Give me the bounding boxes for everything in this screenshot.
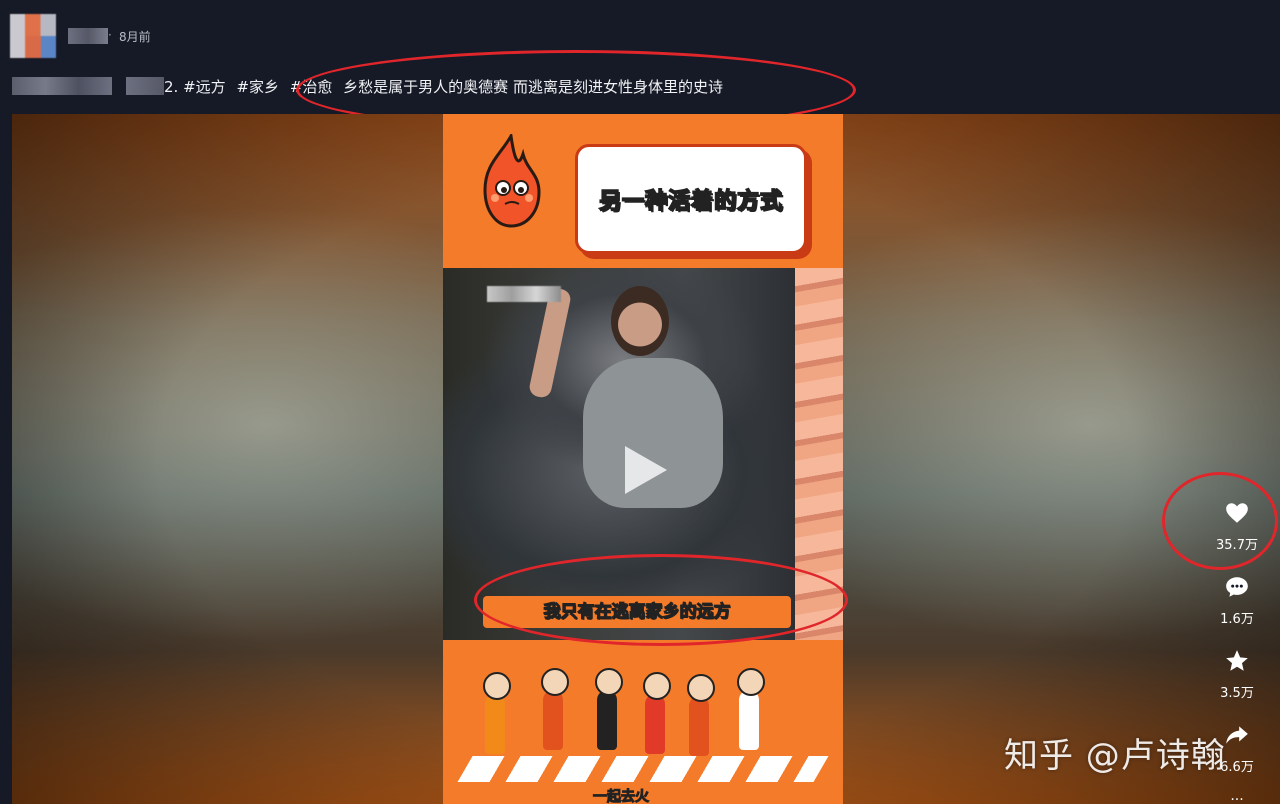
separator-dot: · bbox=[108, 28, 112, 42]
video-frame[interactable]: 另一种活着的方式 我只有在逃离家乡的远方 一起去火 bbox=[443, 114, 843, 804]
caption-redacted-1 bbox=[12, 77, 112, 95]
crosswalk-stripes bbox=[457, 756, 829, 782]
post-caption: 2. #远方 #家乡 #治愈 乡愁是属于男人的奥德赛 而逃离是刻进女性身体里的史… bbox=[12, 76, 723, 97]
hashtag-jiaxiang[interactable]: #家乡 bbox=[236, 78, 279, 96]
bottom-caption: 一起去火 bbox=[593, 789, 650, 804]
comment-count: 1.6万 bbox=[1220, 612, 1254, 627]
hashtag-zhiyu[interactable]: #治愈 bbox=[290, 78, 333, 96]
window-blinds bbox=[795, 268, 843, 640]
redacted-watermark bbox=[487, 286, 561, 302]
zhihu-watermark: 知乎 @卢诗翰 bbox=[1004, 736, 1226, 776]
avatar[interactable] bbox=[10, 14, 56, 58]
post-header: · 8月前 2. #远方 #家乡 #治愈 乡愁是属于男人的奥德赛 而逃离是刻进女… bbox=[0, 0, 1280, 112]
title-card-text: 另一种活着的方式 bbox=[598, 188, 783, 215]
person-head bbox=[611, 286, 669, 356]
cartoon-mascot-walker bbox=[737, 668, 765, 750]
favorite-count: 3.5万 bbox=[1220, 686, 1254, 701]
caption-prefix-tail: 2. bbox=[164, 78, 179, 96]
cartoon-girl-5 bbox=[687, 674, 715, 756]
share-arrow-icon bbox=[1226, 726, 1248, 744]
caption-redacted-2 bbox=[126, 77, 164, 95]
more-label: ... bbox=[1230, 788, 1244, 804]
bottom-illustration: 一起去火 bbox=[443, 640, 843, 804]
cartoon-girl-4 bbox=[643, 672, 671, 754]
heart-icon bbox=[1226, 503, 1248, 523]
flame-mascot-icon bbox=[483, 134, 541, 228]
cartoon-girl-1 bbox=[483, 672, 511, 754]
hashtag-yuanfang[interactable]: #远方 bbox=[183, 78, 226, 96]
person-arm bbox=[527, 286, 573, 400]
star-icon bbox=[1226, 650, 1248, 671]
favorite-button[interactable]: 3.5万 bbox=[1204, 648, 1270, 701]
video-subtitle: 我只有在逃离家乡的远方 bbox=[483, 596, 791, 628]
like-button[interactable]: 35.7万 bbox=[1204, 500, 1270, 553]
caption-text: 乡愁是属于男人的奥德赛 而逃离是刻进女性身体里的史诗 bbox=[343, 78, 723, 96]
video-content[interactable]: 我只有在逃离家乡的远方 bbox=[443, 268, 843, 640]
username-redacted[interactable] bbox=[68, 28, 108, 44]
cartoon-girl-2 bbox=[541, 668, 569, 750]
post-time: 8月前 bbox=[119, 30, 151, 44]
like-count: 35.7万 bbox=[1216, 538, 1258, 553]
comment-bubble-icon bbox=[1226, 577, 1248, 597]
more-button[interactable]: ... bbox=[1204, 784, 1270, 804]
title-card: 另一种活着的方式 bbox=[575, 144, 807, 254]
cartoon-girl-3 bbox=[595, 668, 623, 750]
play-icon[interactable] bbox=[625, 446, 667, 494]
comment-button[interactable]: 1.6万 bbox=[1204, 574, 1270, 627]
